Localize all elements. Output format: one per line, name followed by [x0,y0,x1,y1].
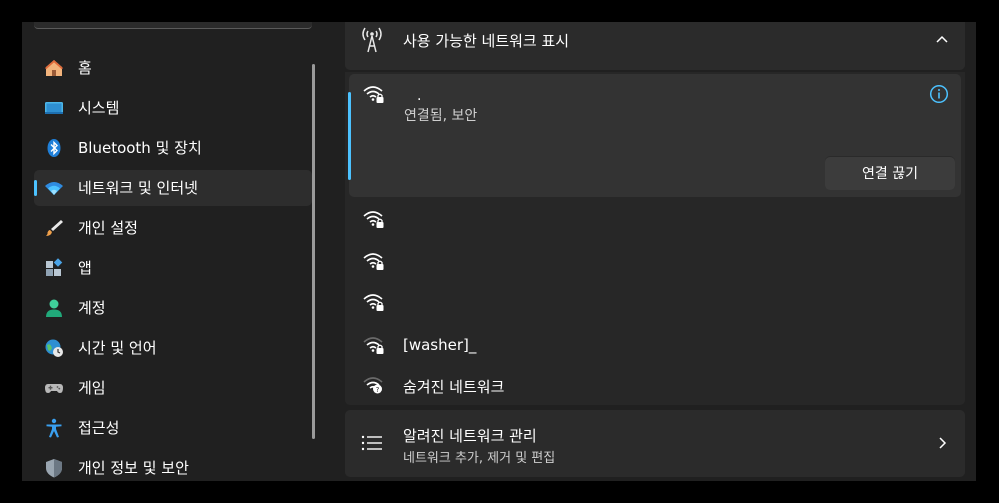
wifi-secure-icon [363,253,384,270]
network-row[interactable]: [washer]_ [345,325,965,365]
sidebar-item-privacy[interactable]: 개인 정보 및 보안 [34,450,312,481]
available-networks-header[interactable]: 사용 가능한 네트워크 표시 [345,22,965,70]
sidebar-item-bluetooth[interactable]: Bluetooth 및 장치 [34,130,312,166]
wifi-icon [45,182,63,195]
sidebar-item-label: 개인 설정 [78,219,138,237]
gamepad-icon [45,384,63,393]
available-networks-title: 사용 가능한 네트워크 표시 [403,32,570,50]
connection-status: 연결됨, 보안 [404,108,478,124]
globe-clock-icon [45,339,63,357]
sidebar-item-label: 접근성 [78,419,120,437]
sidebar-item-accounts[interactable]: 계정 [34,290,312,326]
svg-text:?: ? [376,386,380,394]
apps-icon [46,258,63,276]
accessibility-icon [46,418,62,438]
selection-indicator [34,180,37,196]
info-icon[interactable] [929,84,949,104]
antenna-icon [362,27,382,53]
person-icon [46,299,62,317]
sidebar-item-label: 네트워크 및 인터넷 [78,179,198,197]
sidebar-item-home[interactable]: 홈 [34,50,312,86]
connected-indicator [348,92,351,180]
sidebar-scrollbar[interactable] [312,64,315,439]
sidebar-item-label: Bluetooth 및 장치 [78,139,202,157]
sidebar-item-label: 게임 [78,379,106,397]
manage-known-networks[interactable]: 알려진 네트워크 관리 네트워크 추가, 제거 및 편집 [345,410,965,477]
chevron-up-icon[interactable] [935,34,949,44]
sidebar-item-label: 시스템 [78,99,120,117]
disconnect-button[interactable]: 연결 끊기 [825,156,955,190]
sidebar-item-label: 홈 [78,59,92,77]
home-icon [45,60,63,76]
sidebar-item-personalization[interactable]: 개인 설정 [34,210,312,246]
wifi-weak-secure-icon [363,337,384,354]
search-input[interactable] [34,22,312,29]
sidebar-item-time-language[interactable]: 시간 및 언어 [34,330,312,366]
bluetooth-icon [47,139,61,157]
sidebar-item-label: 앱 [78,259,92,277]
network-name: [washer]_ [403,336,477,354]
chevron-right-icon [939,437,947,449]
connected-ssid: . [417,88,422,104]
network-name: 숨겨진 네트워크 [403,378,505,396]
connected-network-card[interactable]: . 연결됨, 보안 연결 끊기 [348,74,961,197]
wifi-secure-icon [363,86,384,103]
brush-icon [46,220,63,236]
list-icon [361,435,382,451]
network-row-hidden[interactable]: ? 숨겨진 네트워크 [345,365,965,405]
wifi-secure-icon [363,211,384,228]
network-list: . 연결됨, 보안 연결 끊기 [washer]_ ? 숨겨진 네트워크 [345,72,965,405]
manage-known-subtitle: 네트워크 추가, 제거 및 편집 [403,451,556,466]
settings-window: 홈 시스템 Bluetooth 및 장치 네트워크 및 인터넷 개인 설정 앱 … [22,22,976,481]
shield-icon [46,459,62,478]
sidebar-item-apps[interactable]: 앱 [34,250,312,286]
network-row[interactable] [345,199,965,239]
network-content: 사용 가능한 네트워크 표시 . 연결됨, 보안 연결 끊기 [washer]_… [345,22,965,481]
sidebar-item-gaming[interactable]: 게임 [34,370,312,406]
sidebar-item-network[interactable]: 네트워크 및 인터넷 [34,170,312,206]
sidebar-item-label: 계정 [78,299,106,317]
sidebar-item-accessibility[interactable]: 접근성 [34,410,312,446]
system-icon [45,102,63,114]
manage-known-title: 알려진 네트워크 관리 [403,427,537,445]
wifi-hidden-icon: ? [363,377,383,394]
wifi-secure-icon [363,294,384,311]
sidebar-item-label: 시간 및 언어 [78,339,157,357]
network-row[interactable] [345,282,965,322]
network-row[interactable] [345,241,965,281]
sidebar-nav: 홈 시스템 Bluetooth 및 장치 네트워크 및 인터넷 개인 설정 앱 … [22,22,322,481]
sidebar-item-system[interactable]: 시스템 [34,90,312,126]
sidebar-item-label: 개인 정보 및 보안 [78,459,189,477]
